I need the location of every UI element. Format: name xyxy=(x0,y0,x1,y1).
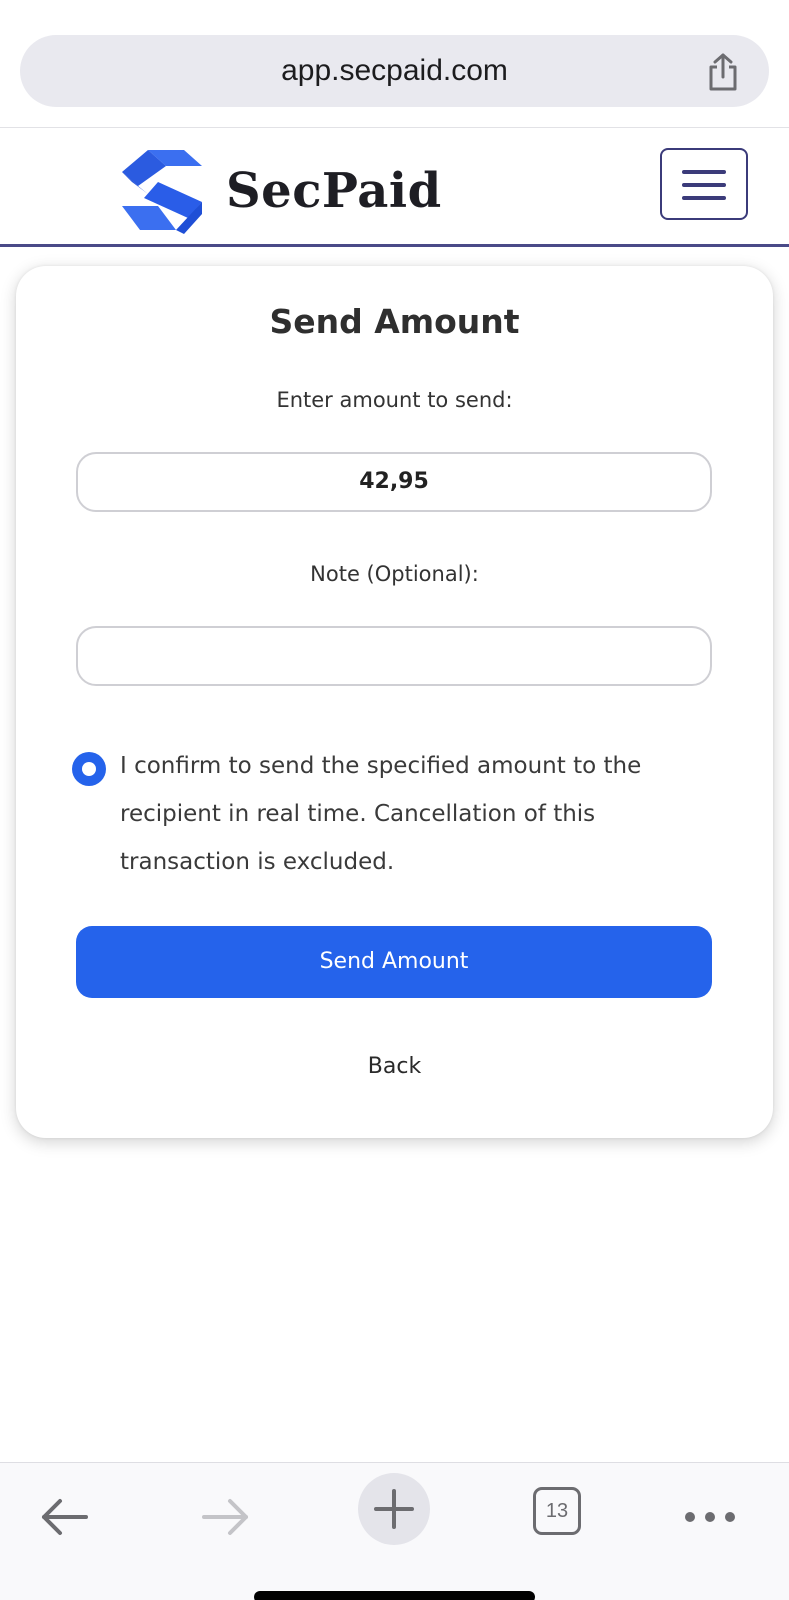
new-tab-button[interactable] xyxy=(358,1473,430,1545)
share-icon[interactable] xyxy=(705,53,741,91)
confirm-text: I confirm to send the specified amount t… xyxy=(120,753,642,875)
home-indicator xyxy=(254,1591,535,1600)
forward-arrow-icon[interactable] xyxy=(196,1491,256,1543)
plus-icon xyxy=(358,1489,430,1549)
send-amount-card: Send Amount Enter amount to send: 42,95 … xyxy=(16,266,773,1138)
url-text: app.secpaid.com xyxy=(281,54,508,87)
back-link[interactable]: Back xyxy=(16,1054,773,1079)
tabs-icon[interactable]: 13 xyxy=(533,1487,581,1535)
brand-name: SecPaid xyxy=(226,163,442,219)
site-header: SecPaid xyxy=(0,128,789,247)
more-icon[interactable] xyxy=(680,1491,740,1543)
amount-label: Enter amount to send: xyxy=(276,388,513,412)
menu-button[interactable] xyxy=(660,148,748,220)
browser-top-bar: app.secpaid.com xyxy=(0,0,789,128)
browser-bottom-bar: 13 xyxy=(0,1462,789,1600)
address-bar[interactable]: app.secpaid.com xyxy=(20,35,769,107)
confirm-radio[interactable] xyxy=(72,752,106,786)
send-amount-button[interactable]: Send Amount xyxy=(76,926,712,998)
note-label: Note (Optional): xyxy=(310,562,479,586)
page: app.secpaid.com SecPaid Send Amount Ente… xyxy=(0,0,789,1600)
back-arrow-icon[interactable] xyxy=(34,1491,94,1543)
amount-input[interactable]: 42,95 xyxy=(76,452,712,512)
secpaid-logo-icon[interactable] xyxy=(118,146,206,234)
note-input[interactable] xyxy=(76,626,712,686)
card-title: Send Amount xyxy=(269,302,520,341)
